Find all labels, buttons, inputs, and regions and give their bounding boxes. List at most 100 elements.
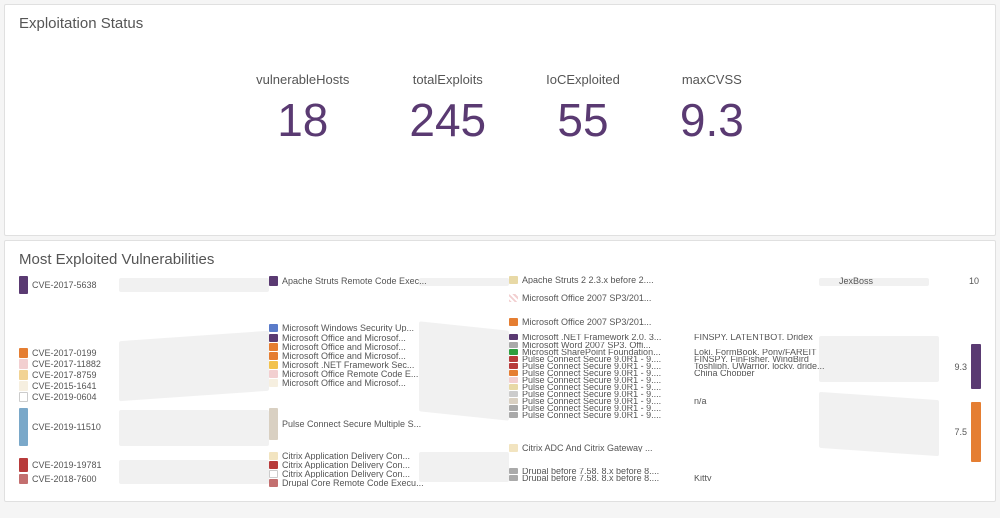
stat-value: 18 [256,97,349,143]
color-swatch [269,324,278,332]
sankey-vuln-node[interactable]: Citrix Application Delivery Con... [269,461,499,469]
sankey-version-node[interactable]: Drupal before 7.58, 8.x before 8....Kitt… [509,475,829,481]
sankey-version-node[interactable]: Pulse Connect Secure 9.0R1 - 9.... [509,384,829,390]
sankey-vuln-node[interactable]: Drupal Core Remote Code Execu... [269,479,499,487]
sankey-tool-label: JexBoss [839,276,873,286]
node-label: Microsoft Office and Microsof... [282,379,406,387]
sankey-flow [819,336,939,382]
color-swatch [509,276,518,284]
node-extra-label: Loki, FormBook, Pony/FAREIT [694,349,817,355]
color-swatch [509,349,518,355]
sankey-cve-node[interactable]: CVE-2019-19781 [19,458,249,472]
sankey-vuln-node[interactable]: Citrix Application Delivery Con... [269,470,499,478]
sankey-cve-node[interactable]: CVE-2017-5638 [19,276,249,294]
node-label: Citrix ADC And Citrix Gateway ... [522,444,653,452]
color-swatch [269,479,278,487]
sankey-vuln-node[interactable]: Microsoft Office and Microsof... [269,343,499,351]
sankey-version-node[interactable]: Pulse Connect Secure 9.0R1 - 9.... [509,405,829,411]
node-label: Microsoft Office 2007 SP3/201... [522,294,651,302]
node-label: Citrix Application Delivery Con... [282,470,410,478]
node-label: CVE-2019-0604 [32,392,97,402]
node-extra-label: Kitty [694,475,712,481]
score-bar[interactable] [971,344,981,389]
sankey-version-node[interactable]: Pulse Connect Secure 9.0R1 - 9....FINSPY… [509,356,829,362]
node-label: CVE-2019-11510 [32,422,101,432]
color-swatch [19,408,28,446]
sankey-cve-node[interactable]: CVE-2015-1641 [19,381,249,391]
node-label: Microsoft .NET Framework Sec... [282,361,414,369]
sankey-version-node[interactable]: Microsoft SharePoint Foundation... Loki, … [509,349,829,355]
node-label: Pulse Connect Secure 9.0R1 - 9.... [522,363,661,369]
sankey-version-node[interactable]: Microsoft Word 2007 SP3, Offi... [509,342,829,348]
sankey-cve-node[interactable]: CVE-2017-8759 [19,370,249,380]
color-swatch [509,363,518,369]
sankey-cve-node[interactable]: CVE-2019-11510 [19,408,249,446]
sankey-version-node[interactable]: Pulse Connect Secure 9.0R1 - 9....n/a [509,398,829,404]
sankey-version-node[interactable]: Drupal before 7.58, 8.x before 8.... [509,468,829,474]
color-swatch [19,359,28,369]
sankey-version-node[interactable]: Apache Struts 2 2.3.x before 2.... [509,276,829,284]
sankey-version-node[interactable]: Microsoft .NET Framework 2.0, 3...FINSPY… [509,334,829,340]
node-label: Pulse Connect Secure 9.0R1 - 9.... [522,370,661,376]
most-exploited-panel: Most Exploited Vulnerabilities CVE-2017-… [4,240,996,502]
sankey-vuln-node[interactable]: Pulse Connect Secure Multiple S... [269,408,499,440]
sankey-vuln-node[interactable]: Apache Struts Remote Code Exec... [269,276,499,286]
sankey-version-node[interactable]: Pulse Connect Secure 9.0R1 - 9....Toshli… [509,363,829,369]
color-swatch [269,361,278,369]
color-swatch [509,444,518,452]
sankey-vuln-node[interactable]: Microsoft Windows Security Up... [269,324,499,332]
sankey-cve-node[interactable]: CVE-2017-11882 [19,359,249,369]
node-label: CVE-2017-11882 [32,359,101,369]
node-label: Microsoft Windows Security Up... [282,324,414,332]
color-swatch [269,470,278,478]
node-extra-label: FINSPY, LATENTBOT, Dridex [694,334,813,340]
node-label: CVE-2017-8759 [32,370,97,380]
sankey-version-node[interactable]: Microsoft Office 2007 SP3/201... [509,294,829,302]
color-swatch [269,379,278,387]
color-swatch [509,342,518,348]
stat-label: totalExploits [409,72,486,87]
sankey-version-node[interactable]: Microsoft Office 2007 SP3/201... [509,318,829,326]
node-label: Microsoft SharePoint Foundation... [522,349,661,355]
node-label: Pulse Connect Secure 9.0R1 - 9.... [522,391,661,397]
color-swatch [19,474,28,484]
exploitation-status-panel: Exploitation Status vulnerableHosts 18 t… [4,4,996,236]
sankey-vuln-node[interactable]: Microsoft Office and Microsof... [269,334,499,342]
sankey-version-node[interactable]: Pulse Connect Secure 9.0R1 - 9.... China … [509,370,829,376]
node-label: Pulse Connect Secure 9.0R1 - 9.... [522,405,661,411]
color-swatch [509,391,518,397]
color-swatch [269,370,278,378]
sankey-vuln-node[interactable]: Microsoft .NET Framework Sec... [269,361,499,369]
sankey-version-node[interactable]: Pulse Connect Secure 9.0R1 - 9.... [509,391,829,397]
sankey-diagram[interactable]: CVE-2017-5638 CVE-2017-0199CVE-2017-11882… [19,276,981,494]
color-swatch [269,452,278,460]
color-swatch [509,475,518,481]
sankey-version-node[interactable]: Pulse Connect Secure 9.0R1 - 9.... [509,412,829,418]
sankey-flow [819,392,939,456]
stat-value: 245 [409,97,486,143]
sankey-version-node[interactable]: Pulse Connect Secure 9.0R1 - 9.... [509,377,829,383]
node-label: Microsoft Office and Microsof... [282,343,406,351]
color-swatch [509,412,518,418]
sankey-vuln-node[interactable]: Microsoft Office and Microsof... [269,352,499,360]
node-label: CVE-2017-5638 [32,280,97,290]
score-label: 9.3 [954,362,967,372]
node-label: Pulse Connect Secure 9.0R1 - 9.... [522,412,661,418]
sankey-cve-node[interactable]: CVE-2019-0604 [19,392,249,402]
node-label: Microsoft Word 2007 SP3, Offi... [522,342,651,348]
sankey-cve-node[interactable]: CVE-2017-0199 [19,348,249,358]
node-extra-label: China Chopper [694,370,755,376]
color-swatch [269,352,278,360]
sankey-cve-node[interactable]: CVE-2018-7600 [19,474,249,484]
sankey-vuln-node[interactable]: Microsoft Office Remote Code E... [269,370,499,378]
sankey-vuln-node[interactable]: Microsoft Office and Microsof... [269,379,499,387]
stat-vulnerable-hosts: vulnerableHosts 18 [256,72,349,143]
stat-label: vulnerableHosts [256,72,349,87]
color-swatch [509,370,518,376]
node-label: Apache Struts Remote Code Exec... [282,276,427,286]
color-swatch [509,318,518,326]
sankey-version-node[interactable]: Citrix ADC And Citrix Gateway ... [509,444,829,452]
color-swatch [509,468,518,474]
score-bar[interactable] [971,402,981,462]
sankey-vuln-node[interactable]: Citrix Application Delivery Con... [269,452,499,460]
